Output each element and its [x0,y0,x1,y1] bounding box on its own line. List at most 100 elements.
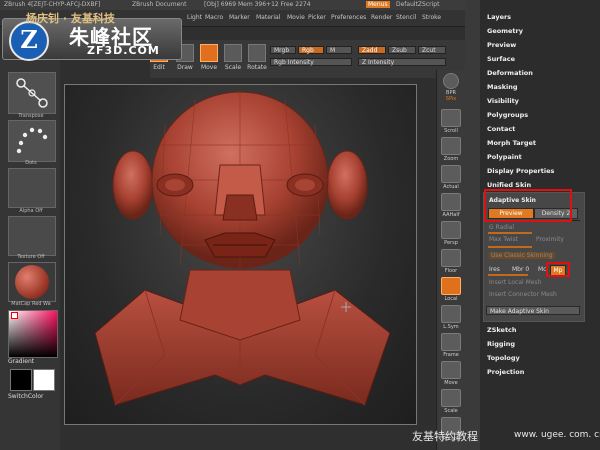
zadd-button[interactable]: Zadd [358,46,386,54]
persp-icon [441,221,461,239]
proximity-slider[interactable]: Proximity [536,236,564,243]
palette-masking[interactable]: Masking [487,83,518,91]
palette-unified-skin[interactable]: Unified Skin [487,181,531,189]
material-sphere-icon [15,265,49,299]
scale-icon [224,44,242,62]
zoom-button[interactable]: Zoom [439,136,463,164]
scale-view-icon [441,389,461,407]
zsub-button[interactable]: Zsub [388,46,416,54]
max-twist-slider[interactable]: Max Twist [489,236,518,243]
frame-button[interactable]: Frame [439,332,463,360]
m-button[interactable]: M [326,46,352,54]
floor-icon [441,249,461,267]
left-panel: Transpose Dots Alpha Off Texture Off Mat… [0,58,60,450]
mbr-slider[interactable]: Mbr 0 [512,266,529,273]
palette-visibility[interactable]: Visibility [487,97,519,105]
menus-button[interactable]: Menus [366,1,390,8]
color-picker[interactable] [8,310,58,358]
menu-render[interactable]: Render [371,14,392,21]
frame-icon [441,333,461,351]
ires-slider[interactable]: Ires [489,266,500,273]
menu-material[interactable]: Material [256,14,280,21]
palette-topology[interactable]: Topology [487,354,520,362]
menu-movie[interactable]: Movie [287,14,305,21]
document-title: ZBrush Document [132,1,187,8]
menu-macro[interactable]: Macro [205,14,223,21]
menu-stroke[interactable]: Stroke [422,14,441,21]
palette-rigging[interactable]: Rigging [487,340,515,348]
mp-highlight-box [546,262,570,277]
main-color-swatch[interactable] [10,369,32,391]
bottom-watermark-url: www. ugee. com. cn [514,430,600,440]
palette-contact[interactable]: Contact [487,125,515,133]
gradial-toggle[interactable]: G Radial [489,224,514,231]
insert-local-mesh[interactable]: Insert Local Mesh [489,279,541,286]
gradial-fill [488,232,532,234]
insert-connector-mesh[interactable]: Insert Connector Mesh [489,291,557,298]
palette-polypaint[interactable]: Polypaint [487,153,522,161]
rgb-intensity-slider[interactable]: Rgb Intensity [270,58,352,66]
palette-preview[interactable]: Preview [487,41,516,49]
use-classic-skinning-toggle[interactable]: Use Classic Skinning [489,252,555,259]
ires-fill [488,274,528,276]
menu-stencil[interactable]: Stencil [396,14,416,21]
zoom-icon [441,137,461,155]
matcap-thumbnail[interactable] [8,262,56,302]
rotate-icon [248,44,266,62]
rotate-button[interactable]: Rotate [246,44,268,74]
move-view-icon [441,361,461,379]
palette-polygroups[interactable]: Polygroups [487,111,528,119]
actual-button[interactable]: Actual [439,164,463,192]
palette-surface[interactable]: Surface [487,55,515,63]
local-button[interactable]: Local [439,276,463,304]
zcut-button[interactable]: Zcut [418,46,446,54]
secondary-color-swatch[interactable] [33,369,55,391]
menu-picker[interactable]: Picker [308,14,326,21]
scale-view-button[interactable]: Scale [439,388,463,416]
move-button[interactable]: Move [198,44,220,74]
bottom-watermark-text: 友基特约教程 [412,430,478,443]
move-icon [200,44,218,62]
logo-mark: Z [9,21,49,61]
stroke-dots-thumbnail[interactable] [8,120,56,162]
spix-button[interactable]: SPix [439,96,463,108]
menu-light[interactable]: Light [187,14,202,21]
transpose-label: Transpose [18,113,44,119]
scroll-icon [441,109,461,127]
lsym-button[interactable]: L.Sym [439,304,463,332]
move-view-button[interactable]: Move [439,360,463,388]
palette-morph-target[interactable]: Morph Target [487,139,536,147]
palette-deformation[interactable]: Deformation [487,69,533,77]
stats-readout: [Obj] 6969 Mem 396+12 Free 2274 [204,1,311,8]
make-adaptive-skin-button[interactable]: Make Adaptive Skin [486,306,580,315]
menu-marker[interactable]: Marker [229,14,250,21]
scale-button[interactable]: Scale [222,44,244,74]
persp-button[interactable]: Persp [439,220,463,248]
rgb-button[interactable]: Rgb [298,46,324,54]
palette-geometry[interactable]: Geometry [487,27,523,35]
matcap-label: MatCap Red Wa [11,301,51,307]
switchcolor-label[interactable]: SwitchColor [8,393,54,400]
palette-zsketch[interactable]: ZSketch [487,326,517,334]
texture-thumbnail[interactable] [8,216,56,256]
scroll-button[interactable]: Scroll [439,108,463,136]
alpha-label: Alpha Off [19,208,43,214]
mrgb-button[interactable]: Mrgb [270,46,296,54]
script-label[interactable]: DefaultZScript [396,1,439,8]
palette-display-properties[interactable]: Display Properties [487,167,554,175]
z-intensity-slider[interactable]: Z Intensity [358,58,446,66]
alpha-thumbnail[interactable] [8,168,56,208]
head-model [94,91,391,406]
transpose-icon [16,78,48,108]
document-canvas[interactable] [64,84,417,425]
palette-layers[interactable]: Layers [487,13,511,21]
transpose-thumbnail[interactable] [8,72,56,114]
menu-preferences[interactable]: Preferences [331,14,366,21]
dots-icon [16,127,48,154]
aahalf-button[interactable]: AAHalf [439,192,463,220]
aahalf-icon [441,193,461,211]
color-picker-marker[interactable] [11,312,18,319]
lsym-icon [441,305,461,323]
floor-button[interactable]: Floor [439,248,463,276]
palette-projection[interactable]: Projection [487,368,524,376]
